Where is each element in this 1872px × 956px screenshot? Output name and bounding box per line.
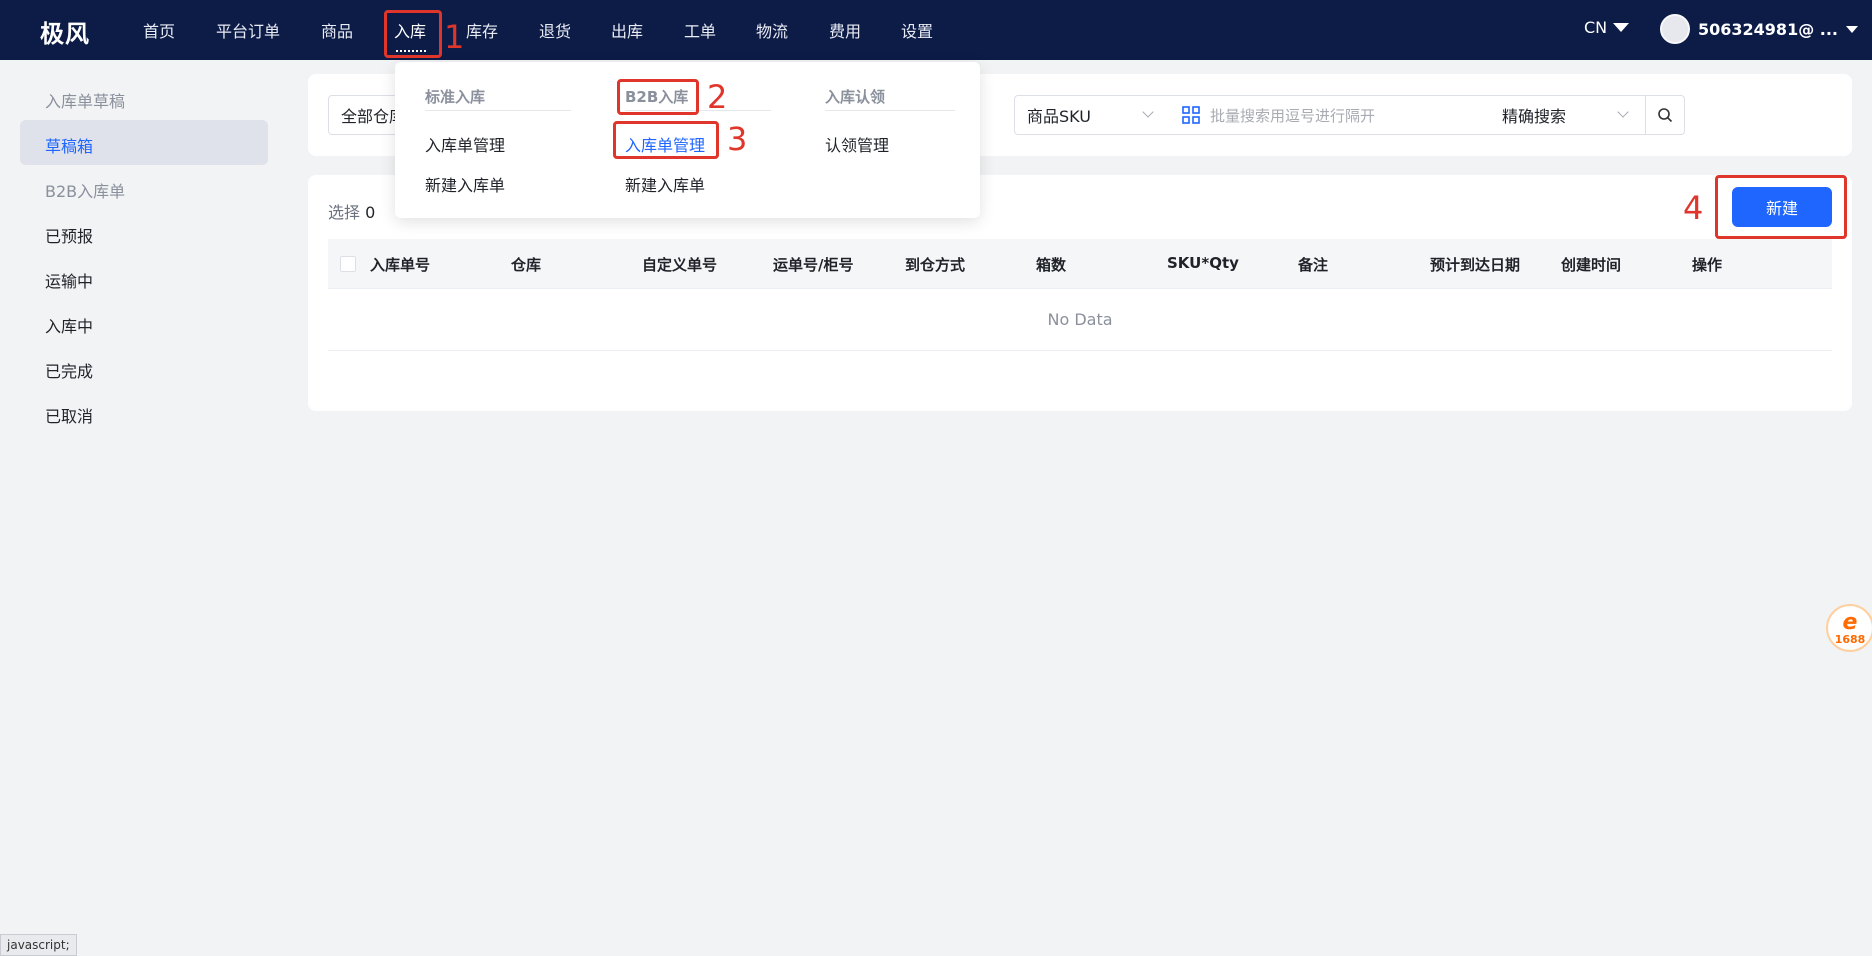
annotation-number-3: 3 (727, 120, 748, 158)
empty-state: No Data (328, 289, 1832, 351)
annotation-box-2 (617, 79, 699, 115)
sidebar-item-receiving[interactable]: 入库中 (45, 313, 93, 337)
chevron-down-icon (1846, 25, 1858, 33)
annotation-number-2: 2 (707, 78, 728, 116)
nav-item-products[interactable]: 商品 (321, 18, 353, 42)
sidebar-item-drafts[interactable]: 草稿箱 (45, 133, 93, 157)
column-header: 仓库 (511, 256, 542, 274)
alibaba-1688-badge[interactable]: e 1688 (1826, 604, 1872, 652)
match-mode-value: 精确搜索 (1502, 107, 1567, 126)
column-header: 备注 (1298, 256, 1329, 274)
sidebar-item-in-transit[interactable]: 运输中 (45, 268, 93, 292)
nav-item-outbound[interactable]: 出库 (611, 18, 643, 42)
sku-type-value: 商品SKU (1027, 107, 1091, 126)
annotation-box-1 (384, 10, 442, 58)
column-header: 箱数 (1036, 256, 1067, 274)
column-header: 操作 (1692, 256, 1723, 274)
sidebar-item-forecast[interactable]: 已预报 (45, 223, 93, 247)
top-nav-bar: 极风 首页 平台订单 商品 入库 库存 退货 出库 工单 物流 费用 设置 CN… (0, 0, 1872, 60)
dropdown-item-claim-manage[interactable]: 认领管理 (825, 132, 889, 156)
sidebar-item-completed[interactable]: 已完成 (45, 358, 93, 382)
search-button[interactable] (1645, 95, 1685, 135)
chevron-down-icon (1613, 23, 1630, 32)
batch-grid-icon (1182, 106, 1200, 124)
batch-search-placeholder: 批量搜索用逗号进行隔开 (1210, 106, 1376, 125)
column-header: 自定义单号 (642, 256, 718, 274)
column-header: 运单号/柜号 (773, 256, 854, 274)
sidebar-group-draft: 入库单草稿 (45, 92, 126, 111)
app-logo[interactable]: 极风 (40, 14, 90, 49)
column-header: 到仓方式 (905, 256, 966, 274)
sidebar-group-b2b: B2B入库单 (45, 182, 126, 201)
search-icon (1658, 108, 1673, 123)
dropdown-item-standard-new[interactable]: 新建入库单 (425, 172, 505, 196)
nav-item-work-orders[interactable]: 工单 (684, 18, 716, 42)
dropdown-group-title-claim: 入库认领 (825, 88, 886, 106)
annotation-number-4: 4 (1683, 189, 1704, 227)
avatar (1660, 14, 1690, 44)
chevron-down-icon (1617, 106, 1629, 118)
language-label: CN (1584, 18, 1608, 37)
dropdown-divider (425, 110, 571, 111)
dropdown-divider (825, 110, 955, 111)
column-header: 预计到达日期 (1430, 256, 1521, 274)
nav-item-returns[interactable]: 退货 (539, 18, 571, 42)
nav-item-home[interactable]: 首页 (143, 18, 175, 42)
select-all-checkbox[interactable] (340, 256, 356, 272)
alibaba-logo-icon: e (1842, 609, 1858, 635)
annotation-number-1: 1 (444, 18, 465, 56)
nav-item-settings[interactable]: 设置 (901, 18, 933, 42)
sku-type-select[interactable]: 商品SKU (1014, 95, 1171, 135)
table-header: 入库单号 仓库 自定义单号 运单号/柜号 到仓方式 箱数 SKU*Qty 备注 … (328, 239, 1832, 289)
annotation-box-3 (613, 121, 719, 159)
batch-search-input[interactable]: 批量搜索用逗号进行隔开 (1170, 95, 1491, 135)
column-header: 入库单号 (370, 256, 431, 274)
browser-status-bar: javascript; (0, 934, 77, 956)
nav-item-logistics[interactable]: 物流 (756, 18, 788, 42)
selection-count-value: 0 (365, 203, 376, 222)
dropdown-group-title-standard: 标准入库 (425, 88, 486, 106)
nav-item-fees[interactable]: 费用 (829, 18, 861, 42)
language-selector[interactable]: CN (1584, 18, 1630, 37)
badge-label: 1688 (1834, 632, 1866, 646)
sidebar-item-cancelled[interactable]: 已取消 (45, 403, 93, 427)
annotation-box-4 (1715, 175, 1847, 239)
column-header: 创建时间 (1561, 256, 1622, 274)
user-menu[interactable]: 506324981@ ... (1660, 14, 1858, 44)
column-header: SKU*Qty (1167, 254, 1239, 272)
nav-item-inventory[interactable]: 库存 (466, 18, 498, 42)
selection-label: 选择 (328, 203, 361, 222)
chevron-down-icon (1142, 106, 1154, 118)
dropdown-item-b2b-new[interactable]: 新建入库单 (625, 172, 705, 196)
dropdown-item-standard-manage[interactable]: 入库单管理 (425, 132, 505, 156)
match-mode-select[interactable]: 精确搜索 (1490, 95, 1646, 135)
nav-item-platform-orders[interactable]: 平台订单 (216, 18, 280, 42)
user-name: 506324981@ ... (1698, 19, 1838, 39)
selection-count: 选择 0 (328, 199, 375, 223)
